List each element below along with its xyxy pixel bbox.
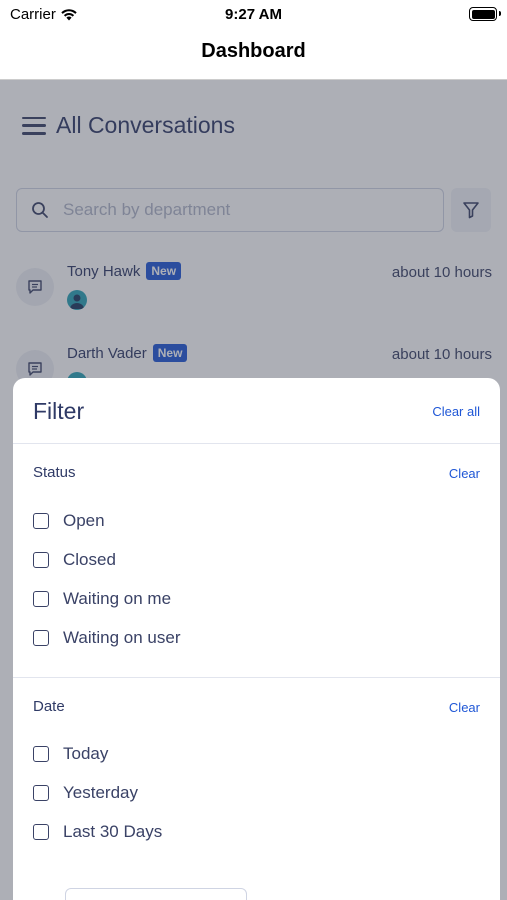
option-yesterday[interactable]: Yesterday bbox=[33, 780, 138, 806]
clear-date-button[interactable]: Clear bbox=[449, 700, 480, 715]
option-today[interactable]: Today bbox=[33, 741, 108, 767]
date-section: Date Clear Today Yesterday Last 30 Days bbox=[13, 678, 500, 900]
status-bar: Carrier 9:27 AM bbox=[0, 0, 507, 28]
filter-header: Filter Clear all bbox=[13, 378, 500, 444]
option-label: Open bbox=[63, 511, 105, 530]
apply-button[interactable] bbox=[65, 888, 247, 900]
checkbox[interactable] bbox=[33, 630, 49, 646]
clear-status-button[interactable]: Clear bbox=[449, 466, 480, 481]
navigation-bar: Dashboard bbox=[0, 28, 507, 80]
checkbox[interactable] bbox=[33, 746, 49, 762]
option-label: Waiting on user bbox=[63, 628, 181, 647]
option-open[interactable]: Open bbox=[33, 508, 105, 534]
checkbox[interactable] bbox=[33, 591, 49, 607]
filter-title: Filter bbox=[33, 398, 85, 424]
option-waiting-on-user[interactable]: Waiting on user bbox=[33, 625, 180, 651]
nav-title: Dashboard bbox=[201, 40, 306, 62]
clear-all-button[interactable]: Clear all bbox=[432, 404, 480, 419]
checkbox[interactable] bbox=[33, 824, 49, 840]
option-waiting-on-me[interactable]: Waiting on me bbox=[33, 586, 171, 612]
option-label: Closed bbox=[63, 550, 116, 569]
battery-icon bbox=[469, 7, 501, 21]
clock: 9:27 AM bbox=[225, 6, 282, 23]
checkbox[interactable] bbox=[33, 513, 49, 529]
checkbox[interactable] bbox=[33, 785, 49, 801]
option-closed[interactable]: Closed bbox=[33, 547, 116, 573]
option-label: Yesterday bbox=[63, 783, 138, 802]
option-label: Last 30 Days bbox=[63, 822, 163, 841]
section-title-status: Status bbox=[33, 464, 76, 481]
status-section: Status Clear Open Closed Waiting on me W… bbox=[13, 444, 500, 678]
option-label: Today bbox=[63, 744, 109, 763]
checkbox[interactable] bbox=[33, 552, 49, 568]
option-last-30-days[interactable]: Last 30 Days bbox=[33, 819, 162, 845]
option-label: Waiting on me bbox=[63, 589, 172, 608]
filter-sheet: Filter Clear all Status Clear Open Close… bbox=[13, 378, 500, 900]
section-title-date: Date bbox=[33, 698, 65, 715]
